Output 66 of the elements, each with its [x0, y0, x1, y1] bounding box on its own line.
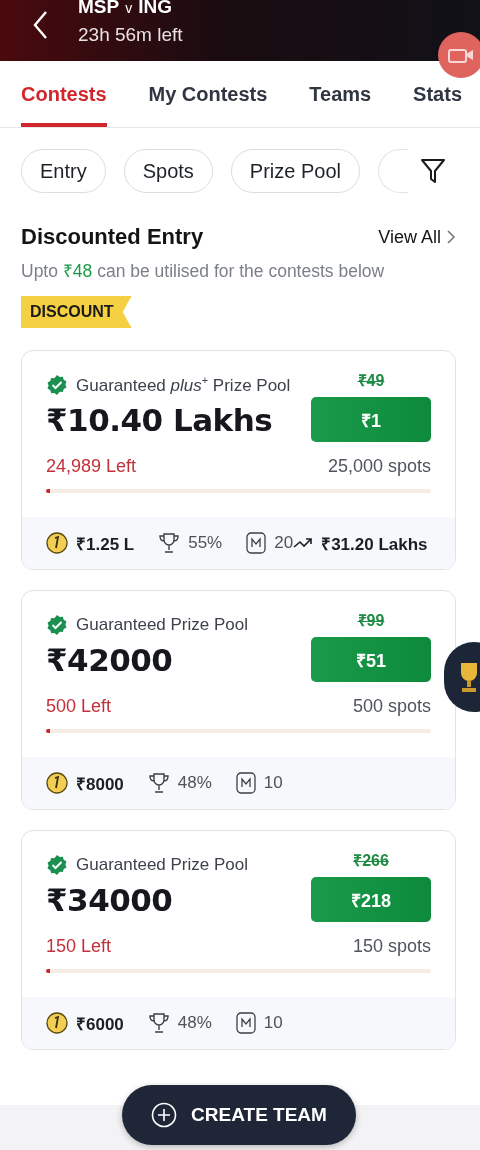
back-icon[interactable]: [32, 10, 48, 40]
view-all-link[interactable]: View All: [378, 226, 456, 248]
trend-amount: ₹31.20 Lakhs: [321, 533, 428, 555]
trophy-icon: [147, 772, 170, 794]
tab[interactable]: Contests: [21, 83, 107, 127]
first-prize: ₹1.25 L: [76, 533, 135, 555]
filter-chip[interactable]: Spots: [123, 149, 213, 193]
verified-badge-icon: [46, 853, 68, 876]
tab[interactable]: Stats: [413, 83, 462, 127]
max-entries: 10: [263, 773, 283, 793]
first-prize-coin-icon: [46, 772, 68, 794]
create-team-button[interactable]: CREATE TEAM: [122, 1085, 356, 1145]
first-prize-coin-icon: [46, 532, 68, 554]
max-entries-icon: [235, 1012, 256, 1034]
time-left: 23h 56m left: [78, 23, 183, 47]
original-fee: ₹99: [357, 611, 385, 631]
entry-fee-button[interactable]: ₹1: [311, 397, 431, 442]
win-rate: 48%: [177, 1013, 212, 1033]
match-team: ING: [138, 0, 172, 19]
spots-left: 24,989 Left: [46, 456, 137, 477]
filter-icon[interactable]: [420, 157, 446, 185]
spots-left: 150 Left: [46, 936, 112, 957]
prize-pool-label: Guaranteed plus$^{+}$ Prize Pool: [76, 373, 291, 396]
contest-card[interactable]: Guaranteed plus$^{+}$ Prize Pool ₹10.40 Lakhs ₹49 ₹1 24,989 Left 25,000 spots ₹1.25 L 55% 20 ₹31.20 Lakhs: [21, 350, 456, 570]
camera-icon: [448, 46, 474, 64]
original-fee: ₹266: [353, 851, 389, 871]
chevron-right-icon: [447, 230, 456, 244]
entry-fee-button[interactable]: ₹51: [311, 637, 431, 682]
contest-card[interactable]: Guaranteed Prize Pool ₹42000 ₹99 ₹51 500 Left 500 spots ₹8000 48% 10: [21, 590, 456, 810]
max-entries-icon: [246, 532, 267, 554]
verified-badge-icon: [46, 613, 68, 636]
trophy-icon: [158, 532, 181, 554]
max-entries: 20: [274, 533, 294, 553]
section-title: Discounted Entry: [21, 224, 204, 250]
discount-ribbon: DISCOUNT: [21, 296, 132, 328]
tab[interactable]: Teams: [309, 83, 372, 127]
trend-up-icon: [293, 537, 314, 549]
entry-fee-button[interactable]: ₹218: [311, 877, 431, 922]
win-rate: 55%: [188, 533, 223, 553]
original-fee: ₹49: [357, 371, 385, 391]
total-spots: 500 spots: [352, 696, 431, 717]
discount-note: Upto ₹48 can be utilised for the contests below: [20, 260, 386, 282]
prize-pool-label: Guaranteed Prize Pool: [76, 614, 248, 635]
first-prize: ₹6000: [76, 1013, 124, 1035]
versus-label: v: [125, 0, 133, 18]
contest-card[interactable]: Guaranteed Prize Pool ₹34000 ₹266 ₹218 150 Left 150 spots ₹6000 48% 10: [21, 830, 456, 1050]
total-spots: 25,000 spots: [327, 456, 431, 477]
match-team: MSP: [78, 0, 120, 19]
verified-badge-icon: [46, 373, 68, 396]
tab[interactable]: My Contests: [148, 83, 268, 127]
prize-amount: ₹34000: [46, 881, 174, 918]
prize-pool-label: Guaranteed Prize Pool: [76, 854, 248, 875]
win-rate: 48%: [177, 773, 212, 793]
record-button[interactable]: [438, 32, 480, 78]
trophy-icon: [147, 1012, 170, 1034]
first-prize-coin-icon: [46, 1012, 68, 1034]
first-prize: ₹8000: [76, 773, 124, 795]
total-spots: 150 spots: [352, 936, 431, 957]
prize-amount: ₹42000: [46, 641, 174, 678]
max-entries: 10: [263, 1013, 283, 1033]
spots-left: 500 Left: [46, 696, 112, 717]
max-entries-icon: [235, 772, 256, 794]
filter-chip[interactable]: Entry: [21, 149, 106, 193]
plus-circle-icon: [151, 1102, 178, 1128]
filter-chip[interactable]: Prize Pool: [230, 149, 360, 193]
prize-amount: ₹10.40 Lakhs: [46, 401, 274, 438]
